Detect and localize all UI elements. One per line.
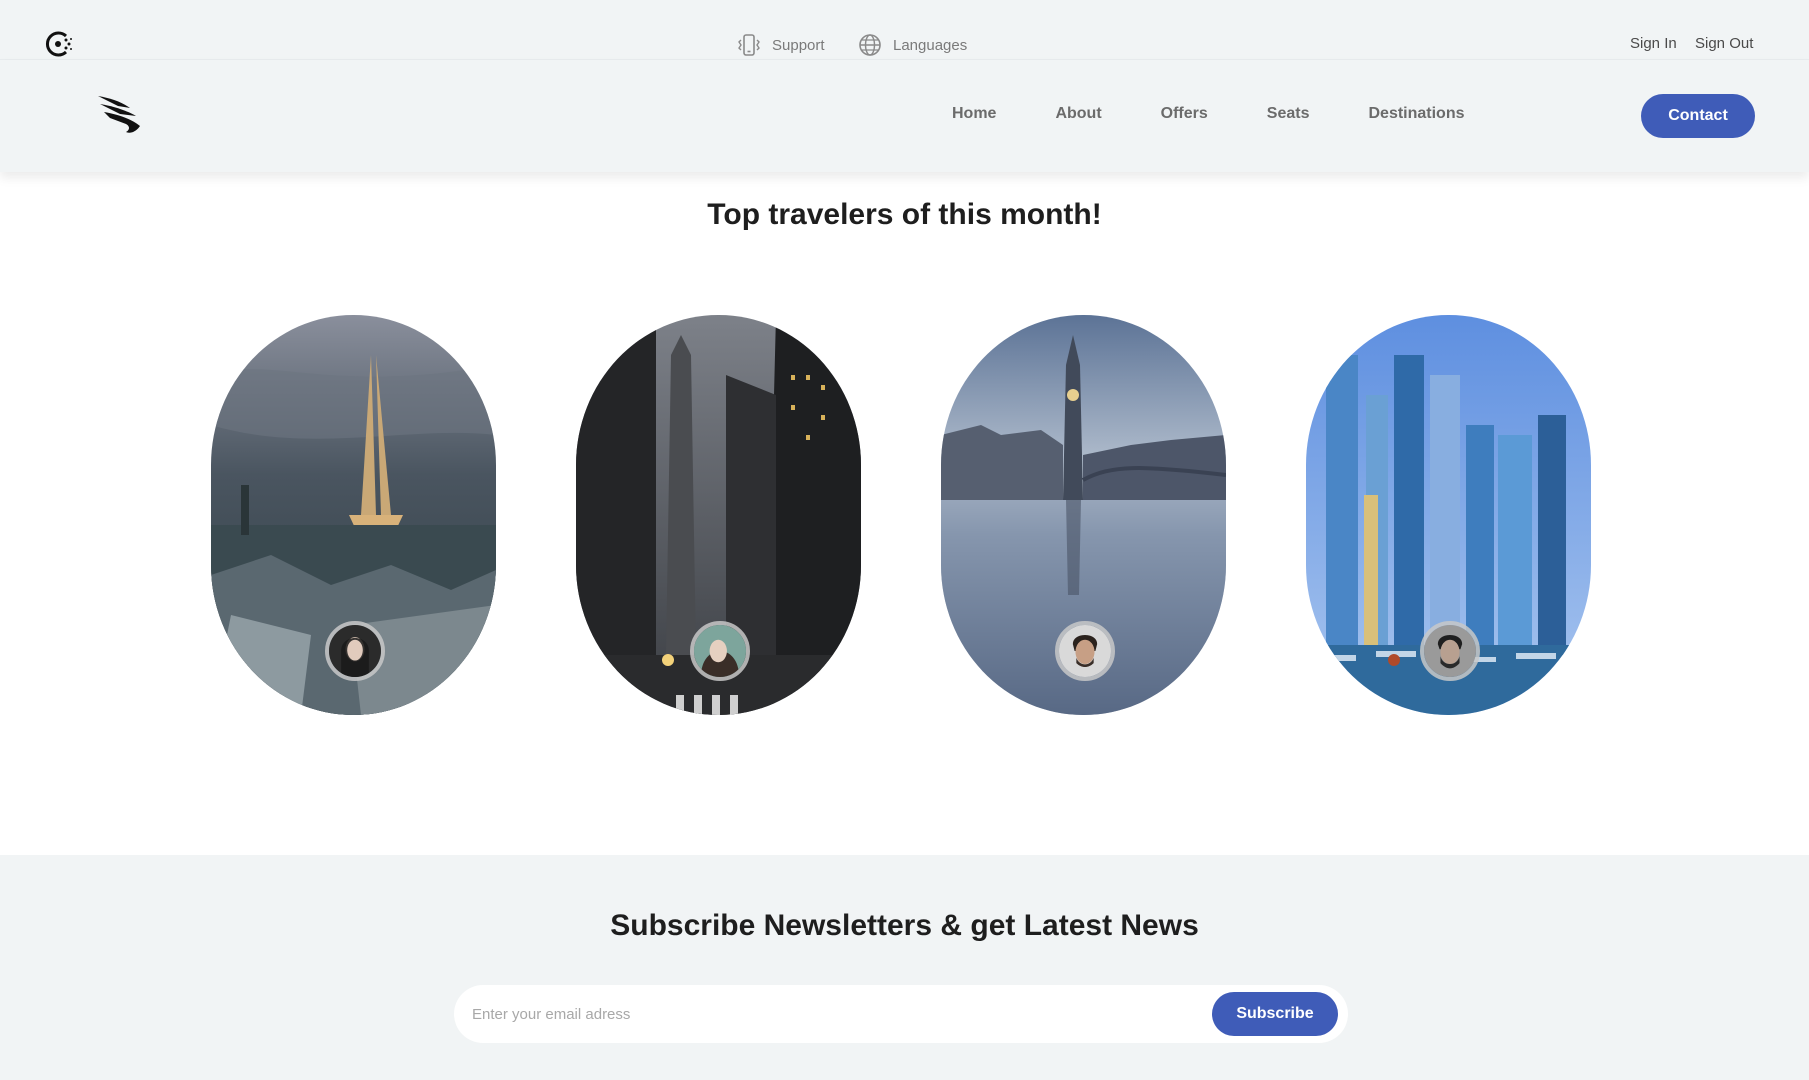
nav-destinations[interactable]: Destinations bbox=[1368, 105, 1464, 123]
newsletter-section: Subscribe Newsletters & get Latest News … bbox=[0, 855, 1809, 1080]
traveler-avatar[interactable] bbox=[690, 621, 750, 681]
support-label: Support bbox=[772, 36, 825, 54]
email-field[interactable] bbox=[472, 999, 1172, 1029]
traveler-avatar[interactable] bbox=[1055, 621, 1115, 681]
languages-label: Languages bbox=[893, 36, 968, 54]
wing-logo-icon[interactable] bbox=[96, 92, 144, 136]
traveler-card-new-york[interactable] bbox=[576, 315, 861, 715]
traveler-card-london[interactable] bbox=[941, 315, 1226, 715]
nav-home[interactable]: Home bbox=[952, 105, 996, 123]
newsletter-form: Subscribe bbox=[454, 985, 1348, 1043]
brand-icon[interactable] bbox=[44, 28, 76, 60]
nav-menu: Home About Offers Seats Destinations bbox=[952, 105, 1465, 123]
phone-vibrate-icon bbox=[738, 34, 760, 56]
subscribe-button[interactable]: Subscribe bbox=[1212, 992, 1338, 1036]
languages-link[interactable]: Languages bbox=[857, 32, 967, 58]
woman-portrait-image bbox=[694, 625, 746, 677]
traveler-avatar[interactable] bbox=[1420, 621, 1480, 681]
traveler-card-paris[interactable] bbox=[211, 315, 496, 715]
sign-out-link[interactable]: Sign Out bbox=[1695, 35, 1753, 52]
traveler-avatar[interactable] bbox=[325, 621, 385, 681]
traveler-card-dubai[interactable] bbox=[1306, 315, 1591, 715]
support-link[interactable]: Support bbox=[736, 32, 825, 58]
man-portrait-image bbox=[1424, 625, 1476, 677]
newsletter-title: Subscribe Newsletters & get Latest News bbox=[610, 909, 1199, 942]
man-portrait-image bbox=[1059, 625, 1111, 677]
main-navbar: Home About Offers Seats Destinations Con… bbox=[0, 60, 1809, 172]
woman-portrait-image bbox=[329, 625, 381, 677]
sign-in-link[interactable]: Sign In bbox=[1630, 35, 1677, 52]
top-utility-bar: Support Languages Sign In Sign Out bbox=[0, 0, 1809, 60]
contact-button[interactable]: Contact bbox=[1641, 94, 1755, 138]
globe-icon bbox=[859, 34, 881, 56]
nav-seats[interactable]: Seats bbox=[1267, 105, 1310, 123]
travelers-title: Top travelers of this month! bbox=[707, 198, 1102, 231]
nav-offers[interactable]: Offers bbox=[1161, 105, 1208, 123]
nav-about[interactable]: About bbox=[1055, 105, 1101, 123]
